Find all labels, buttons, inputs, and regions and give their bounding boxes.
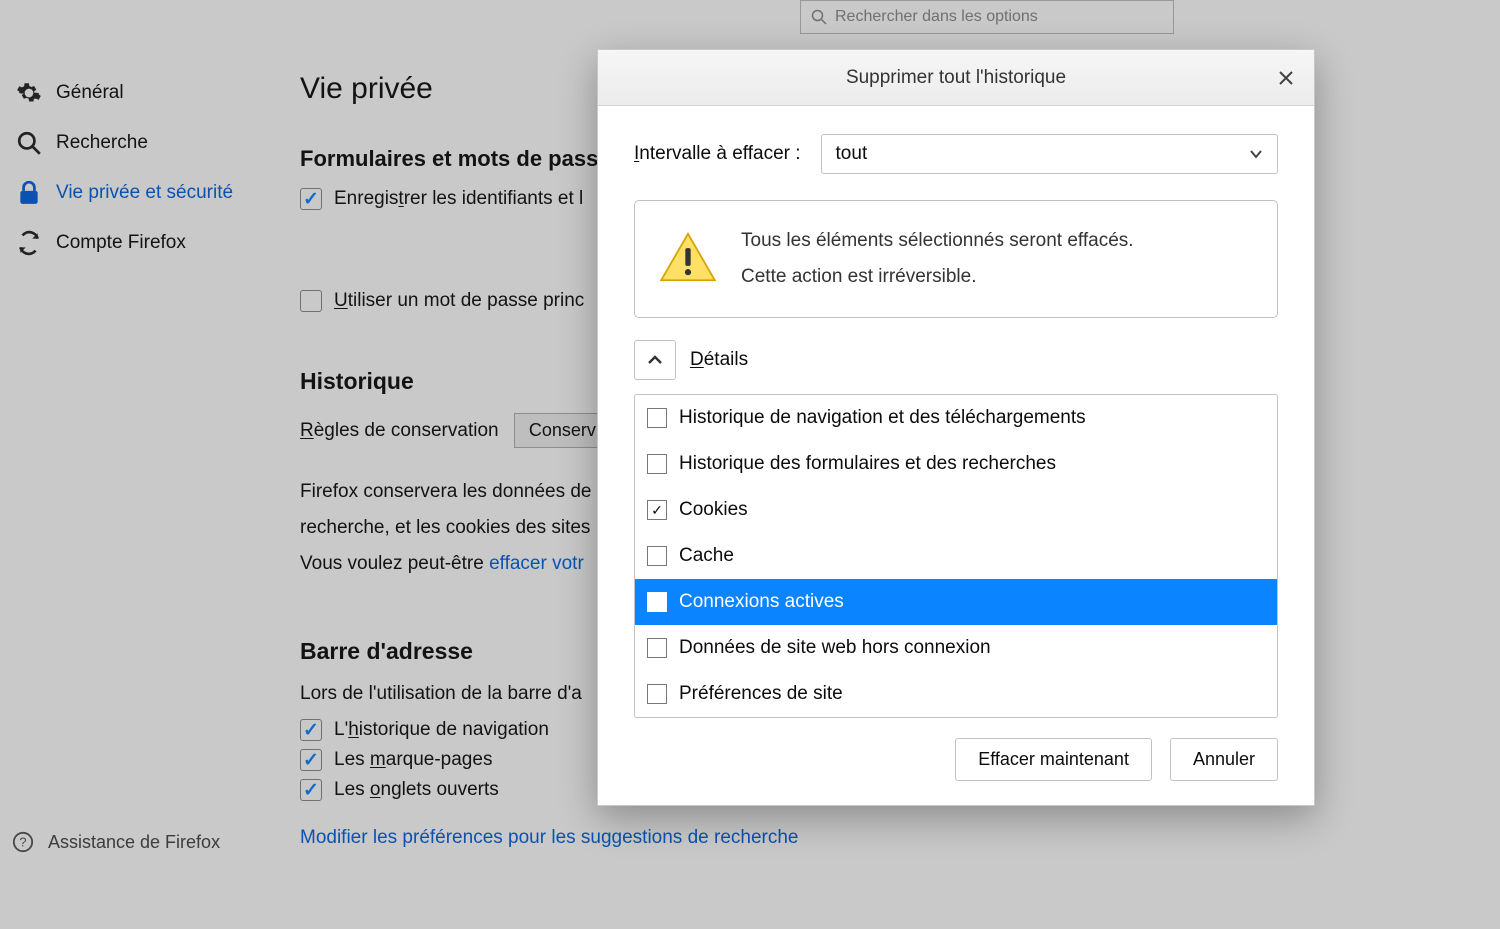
interval-select-value: tout: [836, 143, 868, 165]
cancel-button[interactable]: Annuler: [1170, 738, 1278, 781]
close-button[interactable]: [1272, 64, 1300, 92]
clear-option-label: Préférences de site: [679, 683, 843, 705]
interval-label: Intervalle à effacer :: [634, 143, 801, 165]
checkbox-icon: [647, 546, 667, 566]
clear-option-item[interactable]: Données de site web hors connexion: [635, 625, 1277, 671]
checkbox-icon: [647, 408, 667, 428]
clear-option-label: Historique de navigation et des téléchar…: [679, 407, 1086, 429]
checkbox-icon: [647, 592, 667, 612]
chevron-down-icon: [1249, 147, 1263, 161]
clear-option-label: Historique des formulaires et des recher…: [679, 453, 1056, 475]
chevron-up-icon: [647, 352, 663, 368]
checkbox-icon-checked: ✓: [647, 500, 667, 520]
dialog-button-row: Effacer maintenant Annuler: [634, 738, 1278, 781]
checkbox-icon: [647, 684, 667, 704]
details-toggle[interactable]: [634, 340, 676, 380]
clear-history-dialog: Supprimer tout l'historique Intervalle à…: [597, 49, 1315, 806]
clear-option-item[interactable]: Historique de navigation et des téléchar…: [635, 395, 1277, 441]
dialog-body: Intervalle à effacer : tout Tous les élé…: [598, 106, 1314, 805]
warning-text: Tous les éléments sélectionnés seront ef…: [741, 223, 1134, 295]
details-row: Détails: [634, 340, 1278, 380]
close-icon: [1279, 71, 1293, 85]
clear-option-label: Cookies: [679, 499, 748, 521]
details-label: Détails: [690, 349, 748, 371]
clear-option-item[interactable]: Préférences de site: [635, 671, 1277, 717]
clear-option-item[interactable]: ✓ Cookies: [635, 487, 1277, 533]
clear-options-list: Historique de navigation et des téléchar…: [634, 394, 1278, 718]
clear-option-item[interactable]: Historique des formulaires et des recher…: [635, 441, 1277, 487]
checkbox-icon: [647, 638, 667, 658]
dialog-titlebar: Supprimer tout l'historique: [598, 50, 1314, 106]
checkbox-icon: [647, 454, 667, 474]
warning-icon: [659, 232, 717, 287]
clear-now-button[interactable]: Effacer maintenant: [955, 738, 1152, 781]
clear-option-label: Cache: [679, 545, 734, 567]
interval-row: Intervalle à effacer : tout: [634, 134, 1278, 174]
dialog-title: Supprimer tout l'historique: [598, 67, 1314, 89]
clear-option-label: Connexions actives: [679, 591, 844, 613]
interval-select[interactable]: tout: [821, 134, 1278, 174]
clear-option-item[interactable]: Cache: [635, 533, 1277, 579]
warning-box: Tous les éléments sélectionnés seront ef…: [634, 200, 1278, 318]
clear-option-label: Données de site web hors connexion: [679, 637, 991, 659]
clear-option-item[interactable]: Connexions actives: [635, 579, 1277, 625]
